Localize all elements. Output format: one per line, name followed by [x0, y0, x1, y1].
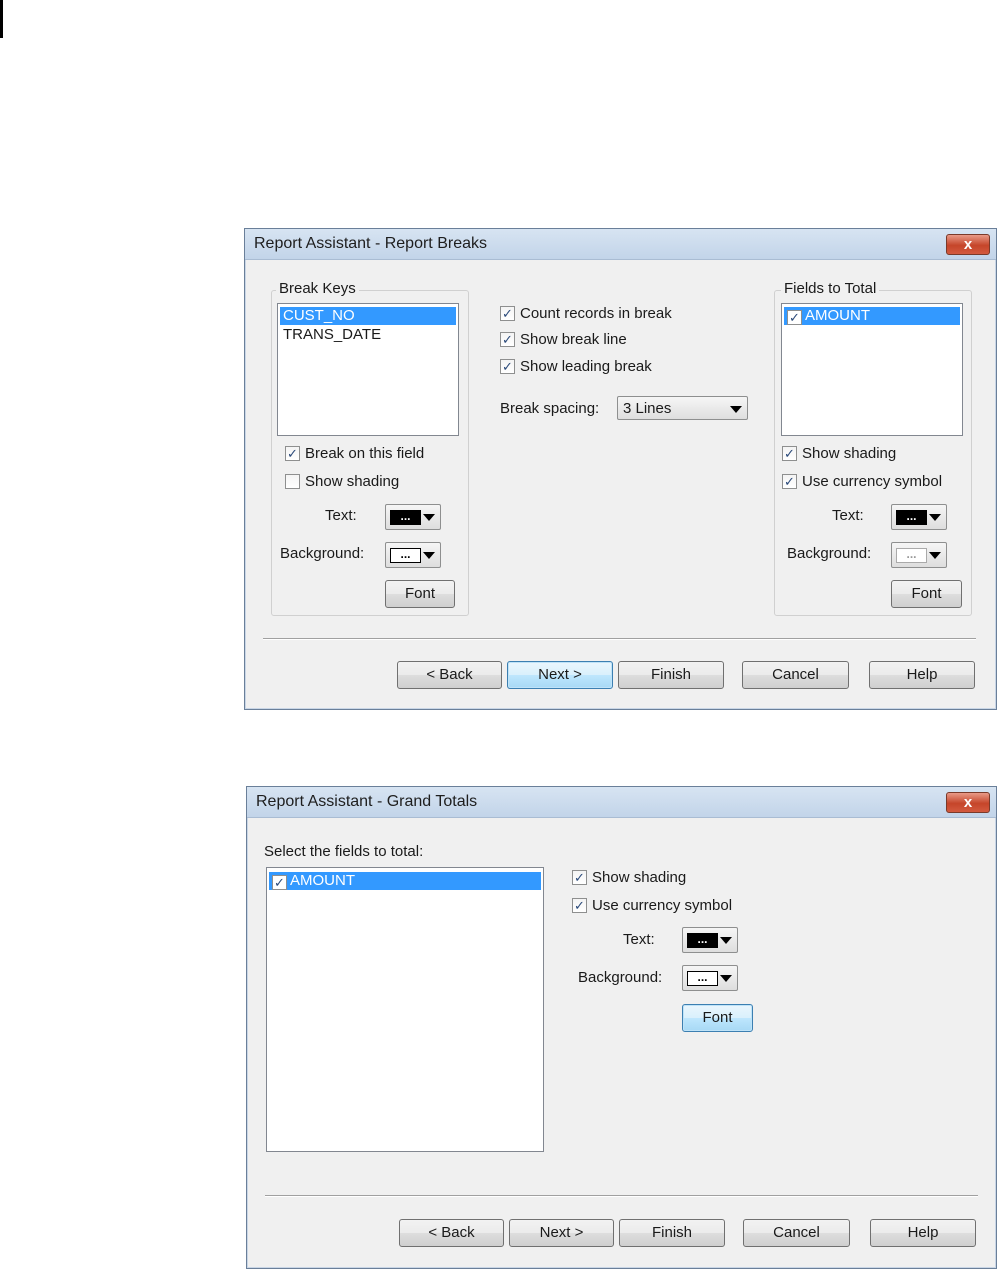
unchecked-box-icon [285, 474, 300, 489]
checkbox-label: Show shading [305, 473, 400, 490]
break-keys-list[interactable]: CUST_NO TRANS_DATE [277, 303, 459, 436]
checkbox-label: Use currency symbol [592, 897, 733, 914]
close-icon: x [963, 236, 973, 253]
chevron-down-icon [929, 552, 941, 559]
next-button[interactable]: Next > [509, 1219, 614, 1247]
font-button[interactable]: Font [891, 580, 962, 608]
list-item[interactable]: CUST_NO [280, 307, 456, 325]
close-button[interactable]: x [946, 234, 990, 255]
checkbox-label: Show leading break [520, 358, 652, 375]
checkbox-label: Use currency symbol [802, 473, 943, 490]
checkbox-label: Show shading [802, 445, 897, 462]
chevron-down-icon [929, 514, 941, 521]
chevron-down-icon [720, 937, 732, 944]
background-color-label: Background: [578, 969, 663, 986]
check-icon: ✓ [285, 446, 300, 461]
text-color-label: Text: [832, 507, 864, 524]
list-item[interactable]: ✓ AMOUNT [784, 307, 960, 325]
finish-button[interactable]: Finish [618, 661, 724, 689]
title-bar[interactable]: Report Assistant - Report Breaks x [245, 229, 996, 260]
button-separator [263, 638, 976, 640]
help-button[interactable]: Help [869, 661, 975, 689]
dialog-title: Report Assistant - Report Breaks [254, 235, 487, 252]
list-item-label: CUST_NO [283, 307, 355, 324]
color-swatch: ... [390, 548, 421, 563]
chevron-down-icon [720, 975, 732, 982]
list-item-label: AMOUNT [805, 307, 870, 324]
check-icon: ✓ [500, 332, 515, 347]
back-button[interactable]: < Back [397, 661, 502, 689]
background-color-label: Background: [787, 545, 872, 562]
color-swatch: ... [390, 510, 421, 525]
report-breaks-dialog: Report Assistant - Report Breaks x Break… [244, 228, 997, 710]
check-icon[interactable]: ✓ [787, 310, 802, 325]
font-button[interactable]: Font [682, 1004, 753, 1032]
checkbox-label: Show shading [592, 869, 687, 886]
color-swatch: ... [896, 548, 927, 563]
check-icon: ✓ [572, 898, 587, 913]
finish-button[interactable]: Finish [619, 1219, 725, 1247]
text-color-label: Text: [325, 507, 357, 524]
list-item[interactable]: TRANS_DATE [280, 326, 456, 344]
list-item-label: TRANS_DATE [283, 326, 382, 343]
background-color-label: Background: [280, 545, 365, 562]
help-button[interactable]: Help [870, 1219, 976, 1247]
cancel-button[interactable]: Cancel [743, 1219, 850, 1247]
background-color-picker[interactable]: ... [385, 542, 441, 568]
fields-to-total-list[interactable]: ✓ AMOUNT [781, 303, 963, 436]
close-icon: x [963, 794, 973, 811]
next-button[interactable]: Next > [507, 661, 613, 689]
select-fields-label: Select the fields to total: [264, 843, 424, 860]
check-icon: ✓ [782, 474, 797, 489]
text-color-picker[interactable]: ... [682, 927, 738, 953]
break-spacing-dropdown[interactable]: 3 Lines [617, 396, 748, 420]
check-icon[interactable]: ✓ [272, 875, 287, 890]
background-color-picker[interactable]: ... [891, 542, 947, 568]
check-icon: ✓ [782, 446, 797, 461]
check-icon: ✓ [572, 870, 587, 885]
page-edge-mark [0, 0, 3, 38]
checkbox-label: Break on this field [305, 445, 425, 462]
break-spacing-label: Break spacing: [500, 400, 600, 417]
checkbox-label: Count records in break [520, 305, 672, 322]
font-button[interactable]: Font [385, 580, 455, 608]
check-icon: ✓ [500, 359, 515, 374]
color-swatch: ... [687, 933, 718, 948]
fields-to-total-list[interactable]: ✓ AMOUNT [266, 867, 544, 1152]
cancel-button[interactable]: Cancel [742, 661, 849, 689]
chevron-down-icon [730, 406, 742, 413]
chevron-down-icon [423, 514, 435, 521]
back-button[interactable]: < Back [399, 1219, 504, 1247]
color-swatch: ... [896, 510, 927, 525]
break-keys-label: Break Keys [276, 280, 359, 297]
list-item-label: AMOUNT [290, 872, 355, 889]
title-bar[interactable]: Report Assistant - Grand Totals x [247, 787, 996, 818]
grand-totals-dialog: Report Assistant - Grand Totals x Select… [246, 786, 997, 1269]
button-separator [265, 1195, 978, 1197]
background-color-picker[interactable]: ... [682, 965, 738, 991]
text-color-picker[interactable]: ... [891, 504, 947, 530]
text-color-picker[interactable]: ... [385, 504, 441, 530]
list-item[interactable]: ✓ AMOUNT [269, 872, 541, 890]
fields-to-total-label: Fields to Total [781, 280, 880, 297]
dialog-title: Report Assistant - Grand Totals [256, 793, 478, 810]
dropdown-value: 3 Lines [623, 400, 672, 417]
chevron-down-icon [423, 552, 435, 559]
text-color-label: Text: [623, 931, 655, 948]
close-button[interactable]: x [946, 792, 990, 813]
color-swatch: ... [687, 971, 718, 986]
check-icon: ✓ [500, 306, 515, 321]
checkbox-label: Show break line [520, 331, 627, 348]
